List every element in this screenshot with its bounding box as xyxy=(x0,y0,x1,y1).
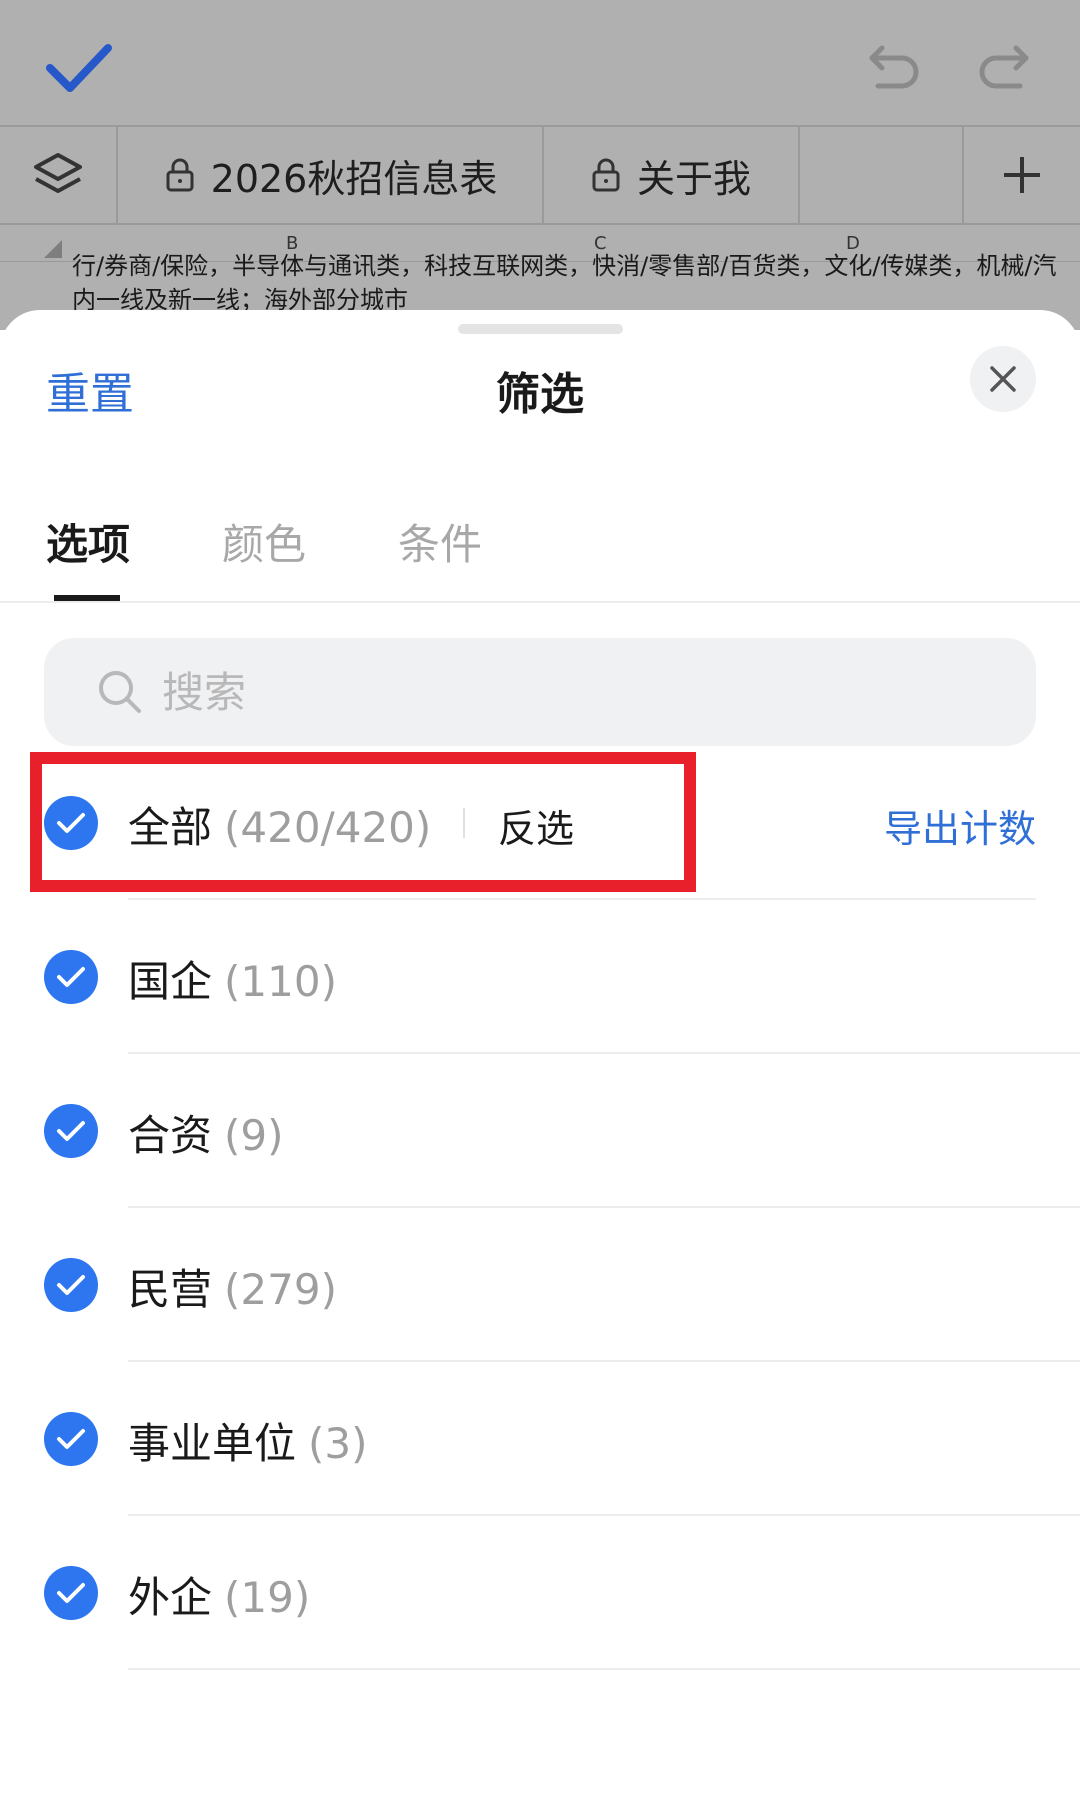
check-icon xyxy=(57,1121,85,1141)
undo-icon xyxy=(869,45,919,89)
layers-icon xyxy=(34,153,82,193)
option-label[interactable]: 全部 (420/420) xyxy=(128,794,431,855)
sheet-tab-about-me[interactable]: 关于我 xyxy=(544,127,800,223)
sheet-tab-empty[interactable] xyxy=(800,127,964,223)
search-icon xyxy=(99,671,141,713)
option-count: (420/420) xyxy=(224,803,432,852)
option-name: 外企 xyxy=(128,1573,213,1622)
top-toolbar xyxy=(0,0,1080,125)
sheet-list-button[interactable] xyxy=(0,127,118,223)
option-label[interactable]: 事业单位 (3) xyxy=(128,1410,368,1471)
sheet-tab-label: 关于我 xyxy=(636,156,751,201)
option-row: 事业单位 (3) xyxy=(0,1362,1080,1516)
close-icon xyxy=(990,366,1016,392)
row-divider xyxy=(128,1668,1080,1670)
filter-tabs: 选项 颜色 条件 xyxy=(0,505,1080,603)
tab-options[interactable]: 选项 xyxy=(46,505,130,601)
checkbox[interactable] xyxy=(44,1104,98,1158)
option-name: 合资 xyxy=(128,1111,213,1160)
option-count: (3) xyxy=(308,1419,368,1468)
checkbox-all[interactable] xyxy=(44,796,98,850)
check-icon xyxy=(57,1583,85,1603)
option-row: 民营 (279) xyxy=(0,1208,1080,1362)
add-sheet-button[interactable] xyxy=(964,127,1080,223)
sheet-tab-label: 2026秋招信息表 xyxy=(210,156,498,201)
search-input[interactable] xyxy=(162,638,982,746)
option-count: (9) xyxy=(224,1111,284,1160)
option-count: (19) xyxy=(224,1573,311,1622)
spreadsheet-background: 2026秋招信息表 关于我 B C D 行/券商/保险，半导体与通讯类，科技互联… xyxy=(0,0,1080,330)
option-row: 外企 (19) xyxy=(0,1516,1080,1670)
option-count: (110) xyxy=(224,957,337,1006)
tab-label: 颜色 xyxy=(222,520,307,569)
tab-color[interactable]: 颜色 xyxy=(222,505,306,601)
plus-icon xyxy=(1004,157,1040,193)
check-icon xyxy=(46,44,112,92)
lock-icon xyxy=(166,158,194,192)
panel-title: 筛选 xyxy=(496,369,584,420)
sheet-tab-recruit-info[interactable]: 2026秋招信息表 xyxy=(120,127,544,223)
reset-button[interactable]: 重置 xyxy=(46,358,134,422)
option-name: 全部 xyxy=(128,803,213,852)
close-button[interactable] xyxy=(970,346,1036,412)
check-icon xyxy=(57,1429,85,1449)
search-box[interactable] xyxy=(44,638,1036,746)
check-icon xyxy=(57,967,85,987)
export-count-button[interactable]: 导出计数 xyxy=(884,798,1036,853)
separator xyxy=(463,808,465,838)
tab-label: 选项 xyxy=(46,520,131,569)
active-tab-indicator xyxy=(54,595,120,601)
option-name: 事业单位 xyxy=(128,1419,297,1468)
filter-panel: 筛选 重置 选项 颜色 条件 全部(4 xyxy=(0,310,1080,1816)
option-label[interactable]: 民营 (279) xyxy=(128,1256,337,1317)
checkbox[interactable] xyxy=(44,1258,98,1312)
option-label[interactable]: 合资 (9) xyxy=(128,1102,284,1163)
invert-selection-button[interactable]: 反选 xyxy=(498,798,574,853)
checkbox[interactable] xyxy=(44,1566,98,1620)
select-all-corner[interactable] xyxy=(44,240,62,258)
drag-handle[interactable] xyxy=(458,324,623,334)
checkbox[interactable] xyxy=(44,950,98,1004)
option-name: 国企 xyxy=(128,957,213,1006)
tab-label: 条件 xyxy=(398,520,483,569)
sheet-tab-bar: 2026秋招信息表 关于我 xyxy=(0,125,1080,225)
checkbox[interactable] xyxy=(44,1412,98,1466)
option-row: 合资 (9) xyxy=(0,1054,1080,1208)
check-icon xyxy=(57,1275,85,1295)
tab-condition[interactable]: 条件 xyxy=(398,505,482,601)
option-label[interactable]: 国企 (110) xyxy=(128,948,337,1009)
lock-icon xyxy=(592,158,620,192)
redo-button[interactable] xyxy=(976,40,1032,96)
redo-icon xyxy=(979,45,1029,89)
option-name: 民营 xyxy=(128,1265,213,1314)
option-label[interactable]: 外企 (19) xyxy=(128,1564,310,1625)
cell-text-line: 行/券商/保险，半导体与通讯类，科技互联网类，快消/零售部/百货类，文化/传媒类… xyxy=(72,252,1057,280)
confirm-check-button[interactable] xyxy=(44,38,114,98)
option-row: 国企 (110) xyxy=(0,900,1080,1054)
option-count: (279) xyxy=(224,1265,337,1314)
undo-button[interactable] xyxy=(866,40,922,96)
option-row-all: 全部 (420/420) 反选 导出计数 xyxy=(0,746,1080,900)
check-icon xyxy=(57,813,85,833)
